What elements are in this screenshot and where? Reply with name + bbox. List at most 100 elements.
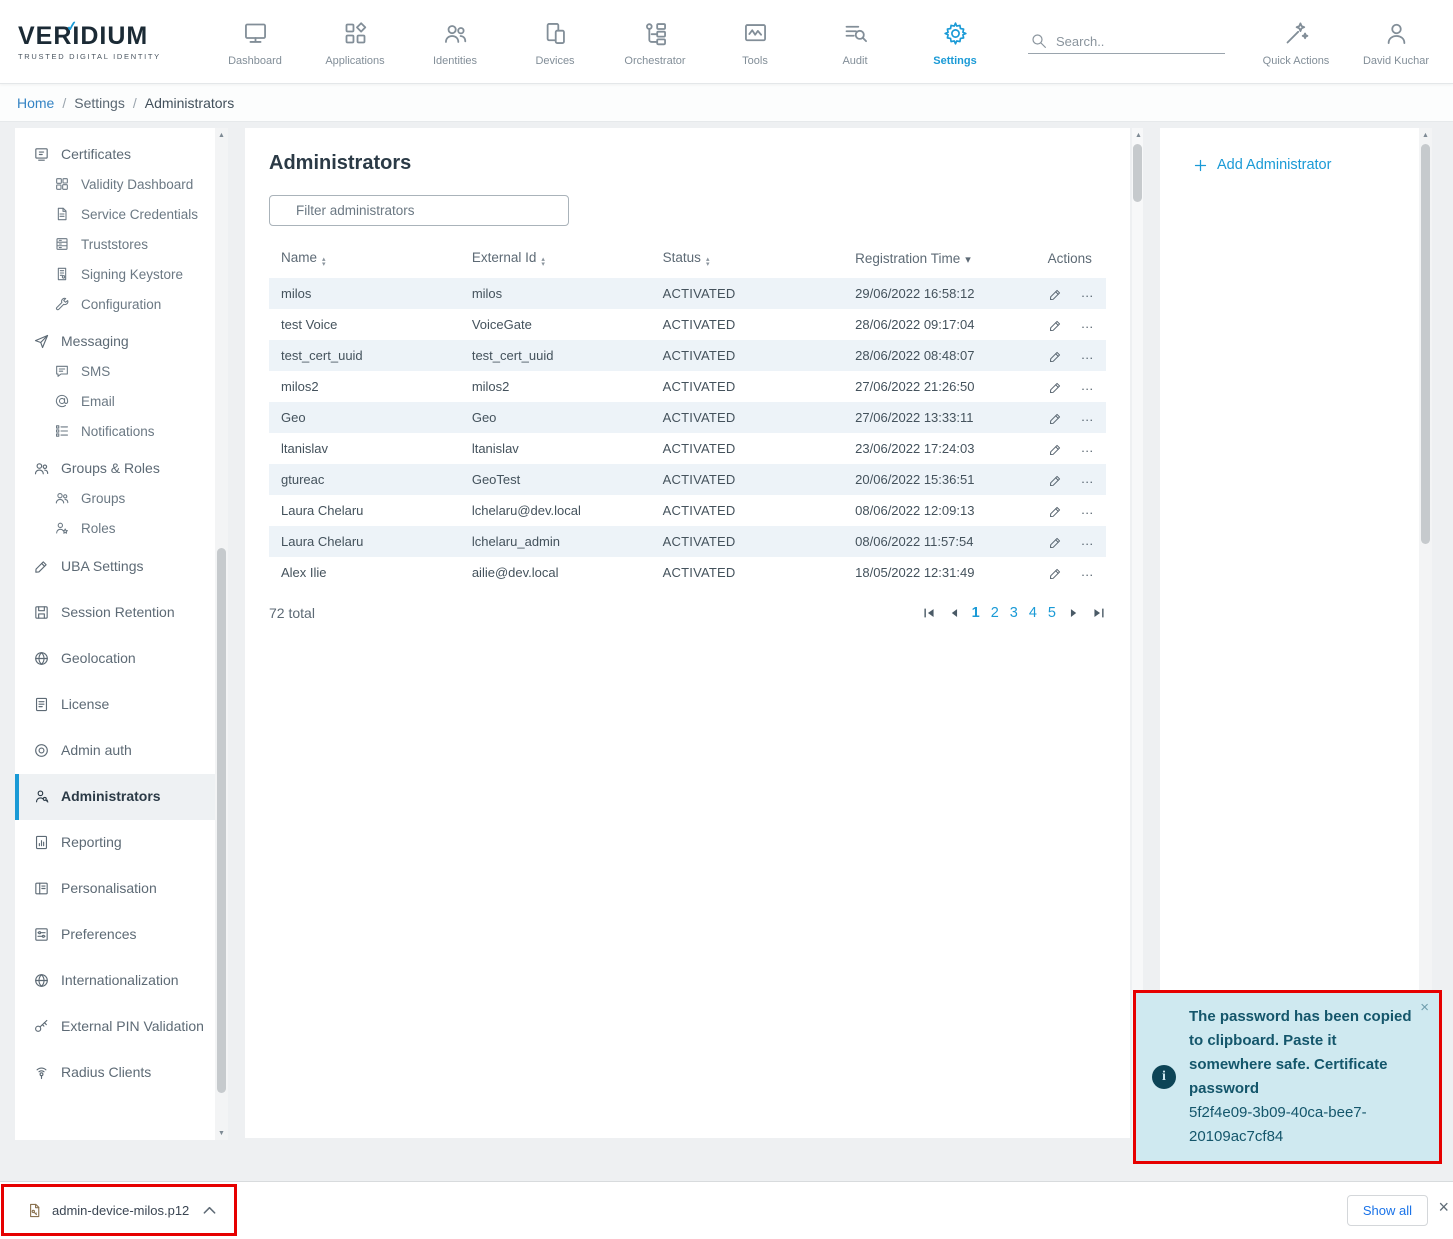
sidebar-item-truststores[interactable]: Truststores bbox=[15, 230, 228, 260]
edit-icon[interactable] bbox=[1048, 349, 1063, 364]
nav-item-audit[interactable]: Audit bbox=[805, 16, 905, 67]
scroll-up-icon[interactable]: ▲ bbox=[215, 128, 228, 142]
edit-icon[interactable] bbox=[1048, 504, 1063, 519]
page-button-2[interactable]: 2 bbox=[991, 605, 999, 621]
scroll-up-icon[interactable]: ▲ bbox=[1419, 128, 1432, 142]
edit-icon[interactable] bbox=[1048, 287, 1063, 302]
edit-icon[interactable] bbox=[1048, 380, 1063, 395]
nav-item-devices[interactable]: Devices bbox=[505, 16, 605, 67]
cell-actions bbox=[1036, 526, 1106, 557]
show-all-button[interactable]: Show all bbox=[1347, 1195, 1428, 1226]
nav-item-applications[interactable]: Applications bbox=[305, 16, 405, 67]
sidebar-item-uba-settings[interactable]: UBA Settings bbox=[15, 544, 228, 590]
add-administrator-button[interactable]: Add Administrator bbox=[1193, 157, 1419, 173]
column-header-name[interactable]: Name▴▾ bbox=[269, 242, 460, 278]
sidebar-item-groups-roles[interactable]: Groups & Roles bbox=[15, 453, 228, 484]
scroll-down-icon[interactable]: ▼ bbox=[215, 1126, 228, 1140]
cell-external-id: test_cert_uuid bbox=[460, 340, 651, 371]
sidebar-item-reporting[interactable]: Reporting bbox=[15, 820, 228, 866]
close-icon[interactable]: × bbox=[1420, 999, 1429, 1016]
content-scrollbar[interactable]: ▲ ▼ bbox=[1132, 128, 1143, 1140]
sidebar-item-internationalization[interactable]: Internationalization bbox=[15, 958, 228, 1004]
edit-icon[interactable] bbox=[1048, 473, 1063, 488]
sidebar-item-service-credentials[interactable]: Service Credentials bbox=[15, 200, 228, 230]
search-input[interactable] bbox=[1056, 34, 1223, 49]
service-credentials-icon bbox=[54, 206, 70, 222]
cell-actions bbox=[1036, 433, 1106, 464]
cell-status: ACTIVATED bbox=[651, 433, 844, 464]
breadcrumb-item-settings[interactable]: Settings bbox=[74, 95, 125, 111]
column-header-label: Name bbox=[281, 250, 317, 265]
sidebar-item-sms[interactable]: SMS bbox=[15, 357, 228, 387]
sidebar-item-configuration[interactable]: Configuration bbox=[15, 290, 228, 320]
sidebar-scrollbar[interactable]: ▲ ▼ bbox=[215, 128, 228, 1140]
configuration-icon bbox=[54, 296, 70, 312]
download-item[interactable]: admin-device-milos.p12 bbox=[4, 1201, 234, 1220]
downloads-close-icon[interactable]: × bbox=[1438, 1198, 1449, 1216]
page-button-1[interactable]: 1 bbox=[972, 605, 980, 621]
quick-actions-button[interactable]: Quick Actions bbox=[1253, 16, 1339, 67]
sidebar-item-signing-keystore[interactable]: Signing Keystore bbox=[15, 260, 228, 290]
sidebar-item-preferences[interactable]: Preferences bbox=[15, 912, 228, 958]
sidebar-item-groups[interactable]: Groups bbox=[15, 484, 228, 514]
nav-item-dashboard[interactable]: Dashboard bbox=[205, 16, 305, 67]
panel-scrollbar-thumb[interactable] bbox=[1421, 144, 1430, 544]
content-scrollbar-thumb[interactable] bbox=[1133, 144, 1142, 202]
nav-item-label: Audit bbox=[842, 55, 867, 67]
filter-administrators-input[interactable] bbox=[269, 195, 569, 226]
sidebar-item-roles[interactable]: Roles bbox=[15, 514, 228, 544]
page-next-icon[interactable] bbox=[1067, 606, 1081, 620]
page-prev-icon[interactable] bbox=[947, 606, 961, 620]
page-first-icon[interactable] bbox=[922, 606, 936, 620]
page-button-4[interactable]: 4 bbox=[1029, 605, 1037, 621]
nav-item-label: Dashboard bbox=[228, 55, 282, 67]
column-header-registration-time[interactable]: Registration Time▾ bbox=[843, 242, 1036, 278]
cell-external-id: lchelaru@dev.local bbox=[460, 495, 651, 526]
column-header-external-id[interactable]: External Id▴▾ bbox=[460, 242, 651, 278]
cell-external-id: ltanislav bbox=[460, 433, 651, 464]
sidebar-item-geolocation[interactable]: Geolocation bbox=[15, 636, 228, 682]
page-button-3[interactable]: 3 bbox=[1010, 605, 1018, 621]
admin-auth-icon bbox=[33, 742, 50, 759]
sidebar-item-administrators[interactable]: Administrators bbox=[15, 774, 228, 820]
column-header-status[interactable]: Status▴▾ bbox=[651, 242, 844, 278]
sidebar-item-email[interactable]: Email bbox=[15, 387, 228, 417]
sidebar-item-validity-dashboard[interactable]: Validity Dashboard bbox=[15, 170, 228, 200]
nav-item-identities[interactable]: Identities bbox=[405, 16, 505, 67]
edit-icon[interactable] bbox=[1048, 411, 1063, 426]
sidebar-item-external-pin-validation[interactable]: External PIN Validation bbox=[15, 1004, 228, 1050]
breadcrumb: Home/Settings/Administrators bbox=[0, 84, 1453, 122]
nav-item-tools[interactable]: Tools bbox=[705, 16, 805, 67]
sidebar-item-admin-auth[interactable]: Admin auth bbox=[15, 728, 228, 774]
cell-actions bbox=[1036, 340, 1106, 371]
chevron-up-icon[interactable] bbox=[200, 1201, 219, 1220]
downloads-bar: admin-device-milos.p12 Show all × bbox=[0, 1181, 1453, 1239]
sidebar-item-session-retention[interactable]: Session Retention bbox=[15, 590, 228, 636]
page-button-5[interactable]: 5 bbox=[1048, 605, 1056, 621]
edit-icon[interactable] bbox=[1048, 442, 1063, 457]
cell-external-id: milos2 bbox=[460, 371, 651, 402]
edit-icon[interactable] bbox=[1048, 535, 1063, 550]
edit-icon[interactable] bbox=[1048, 318, 1063, 333]
cell-status: ACTIVATED bbox=[651, 402, 844, 433]
sidebar-scrollbar-thumb[interactable] bbox=[217, 548, 226, 1093]
panel-scrollbar[interactable]: ▲ ▼ bbox=[1419, 128, 1432, 1140]
sidebar-item-certificates[interactable]: Certificates bbox=[15, 139, 228, 170]
detail-panel: Add Administrator bbox=[1160, 128, 1419, 1138]
breadcrumb-item-home[interactable]: Home bbox=[17, 95, 54, 111]
sidebar-item-messaging[interactable]: Messaging bbox=[15, 326, 228, 357]
signing-keystore-icon bbox=[54, 266, 70, 282]
sidebar-item-radius-clients[interactable]: Radius Clients bbox=[15, 1050, 228, 1096]
nav-item-orchestrator[interactable]: Orchestrator bbox=[605, 16, 705, 67]
sidebar-item-notifications[interactable]: Notifications bbox=[15, 417, 228, 447]
scroll-up-icon[interactable]: ▲ bbox=[1132, 128, 1145, 142]
page-last-icon[interactable] bbox=[1092, 606, 1106, 620]
user-menu[interactable]: David Kuchar bbox=[1353, 16, 1439, 67]
veridium-logo[interactable]: VERIDIUM ✓ TRUSTED DIGITAL IDENTITY bbox=[0, 22, 205, 61]
sidebar-item-license[interactable]: License bbox=[15, 682, 228, 728]
sidebar-item-label: External PIN Validation bbox=[61, 1018, 204, 1035]
nav-item-settings[interactable]: Settings bbox=[905, 16, 1005, 67]
edit-icon[interactable] bbox=[1048, 566, 1063, 581]
table-row: GeoGeoACTIVATED27/06/2022 13:33:11 bbox=[269, 402, 1106, 433]
sidebar-item-personalisation[interactable]: Personalisation bbox=[15, 866, 228, 912]
